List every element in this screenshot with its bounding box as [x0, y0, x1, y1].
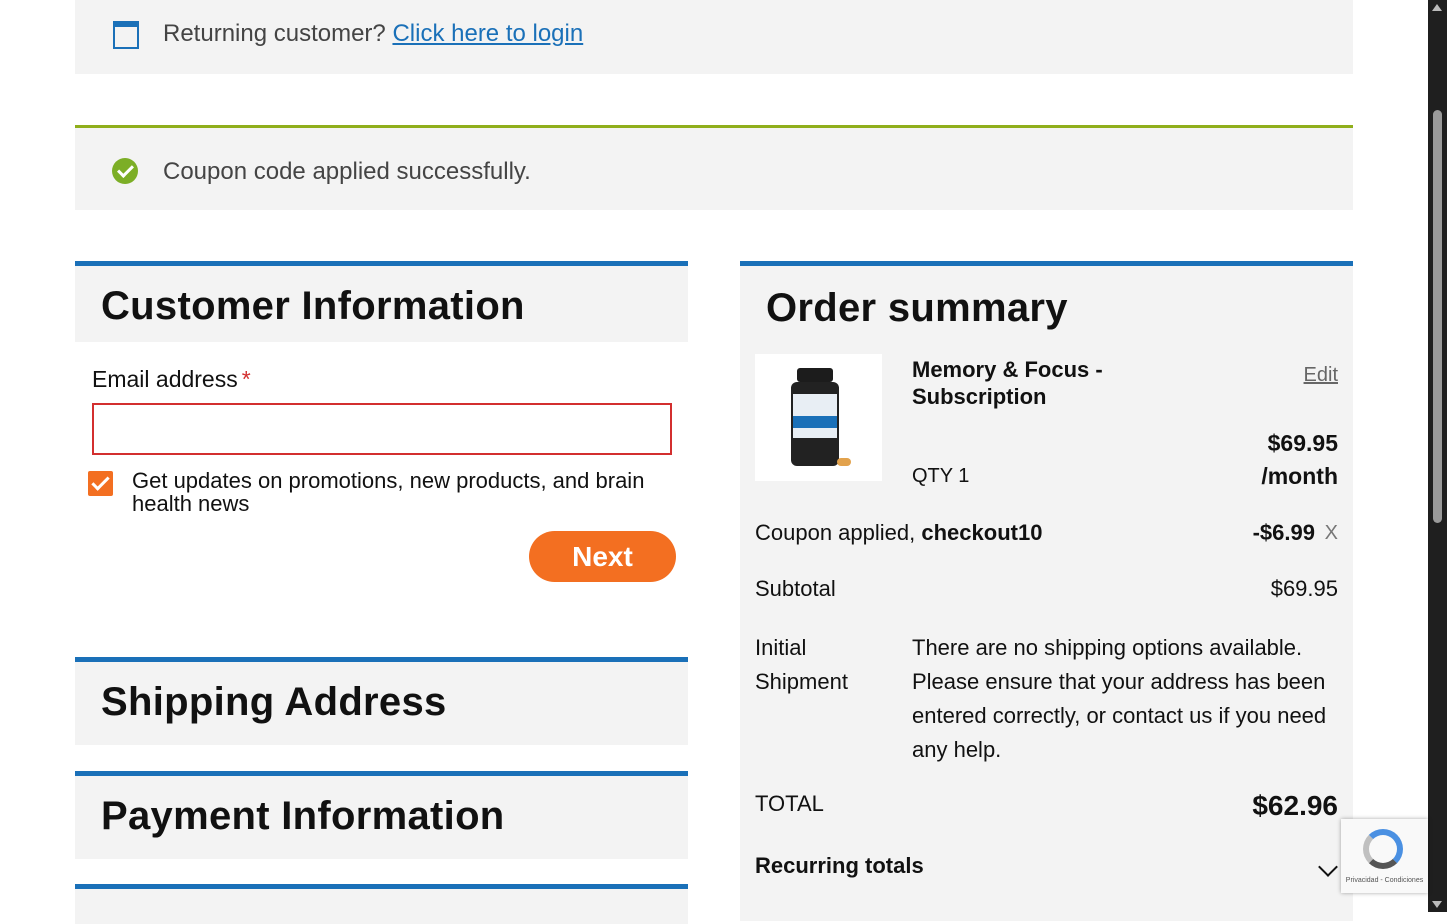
- order-summary-panel: Order summary Memory & Focus - Subscript…: [740, 261, 1353, 921]
- page-scrollbar[interactable]: [1428, 0, 1447, 912]
- coupon-notice: Coupon code applied successfully.: [75, 125, 1353, 210]
- shipment-message: There are no shipping options available.…: [912, 635, 1327, 762]
- scrollbar-thumb[interactable]: [1433, 110, 1442, 523]
- next-section-panel: [75, 884, 688, 924]
- total-value: $62.96: [1252, 790, 1338, 821]
- product-price-amount: $69.95: [1267, 430, 1338, 456]
- returning-customer-text: Returning customer?: [163, 20, 386, 47]
- email-input[interactable]: [92, 403, 672, 455]
- coupon-success-text: Coupon code applied successfully.: [163, 158, 531, 185]
- shipping-address-panel[interactable]: Shipping Address: [75, 657, 688, 745]
- scroll-up-icon[interactable]: [1432, 4, 1442, 11]
- product-image: [755, 354, 882, 481]
- coupon-code: checkout10: [921, 520, 1043, 545]
- login-link[interactable]: Click here to login: [392, 20, 583, 47]
- check-circle-icon: [112, 158, 138, 184]
- subtotal-value: $69.95: [1270, 576, 1338, 601]
- chevron-down-icon[interactable]: [1318, 857, 1338, 877]
- email-label-text: Email address: [92, 366, 238, 392]
- product-qty: QTY 1: [912, 465, 970, 487]
- payment-information-title: Payment Information: [101, 794, 505, 838]
- customer-information-title: Customer Information: [101, 284, 525, 328]
- coupon-prefix: Coupon applied,: [755, 520, 916, 545]
- recaptcha-icon: [1363, 829, 1403, 869]
- supplement-bottle-icon: [791, 368, 839, 466]
- recaptcha-badge[interactable]: Privacidad - Condiciones: [1341, 819, 1428, 893]
- newsletter-checkbox[interactable]: [88, 471, 113, 496]
- customer-information-panel[interactable]: Customer Information: [75, 261, 688, 342]
- initial-shipment-label: Initial Shipment: [755, 635, 848, 694]
- payment-information-panel[interactable]: Payment Information: [75, 771, 688, 859]
- email-label: Email address *: [92, 366, 251, 393]
- required-mark: *: [241, 366, 251, 392]
- product-price-period: /month: [1261, 463, 1338, 489]
- product-name: Memory & Focus - Subscription: [912, 357, 1103, 409]
- subtotal-label: Subtotal: [755, 576, 836, 601]
- remove-coupon-button[interactable]: X: [1325, 522, 1338, 545]
- order-summary-title: Order summary: [766, 286, 1068, 330]
- edit-product-link[interactable]: Edit: [1304, 364, 1338, 387]
- product-price: $69.95 /month: [1261, 427, 1338, 493]
- window-icon: [113, 21, 139, 49]
- newsletter-label[interactable]: Get updates on promotions, new products,…: [132, 469, 672, 515]
- shipping-address-title: Shipping Address: [101, 680, 447, 724]
- capsule-icon: [837, 458, 851, 466]
- recaptcha-footer[interactable]: Privacidad - Condiciones: [1341, 877, 1428, 884]
- coupon-applied-label: Coupon applied, checkout10: [755, 520, 1042, 546]
- scroll-down-icon[interactable]: [1432, 901, 1442, 908]
- recurring-totals-toggle[interactable]: Recurring totals: [755, 853, 924, 879]
- coupon-amount: -$6.99: [1252, 520, 1315, 545]
- login-notice-text: Returning customer? Click here to login: [163, 20, 583, 48]
- next-button[interactable]: Next: [529, 531, 676, 582]
- login-notice: Returning customer? Click here to login: [75, 0, 1353, 74]
- total-label: TOTAL: [755, 791, 824, 816]
